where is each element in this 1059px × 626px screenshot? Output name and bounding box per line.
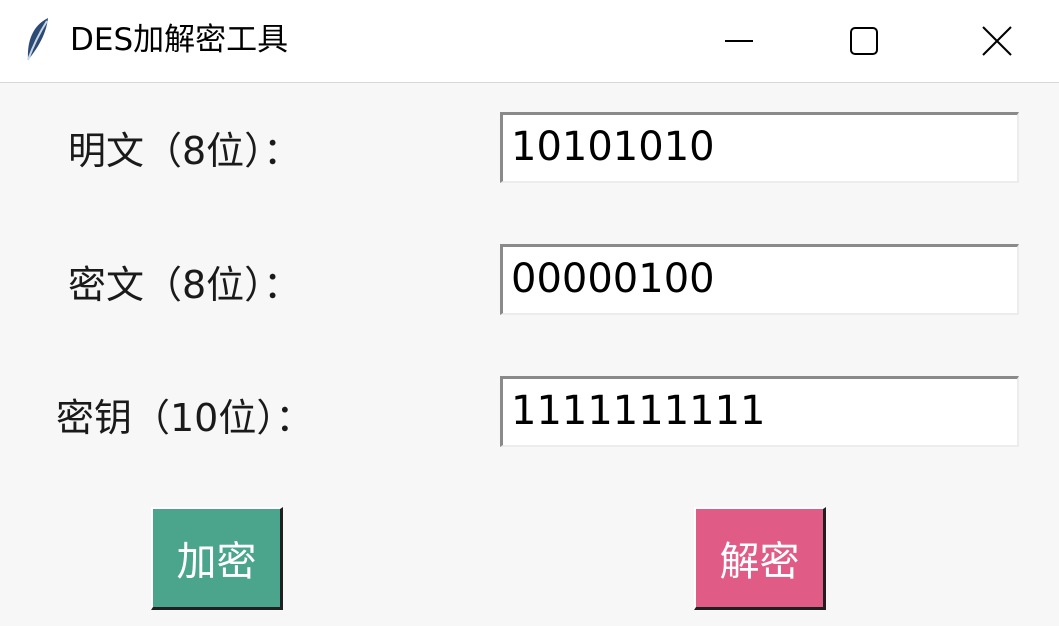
close-button[interactable] bbox=[941, 0, 1053, 82]
key-input[interactable]: 1111111111 bbox=[500, 376, 1019, 447]
plaintext-label: 明文（8位）： bbox=[68, 129, 302, 173]
encrypt-button[interactable]: 加密 bbox=[151, 507, 283, 610]
window-title: DES加解密工具 bbox=[70, 22, 289, 58]
close-icon bbox=[982, 26, 1012, 56]
ciphertext-label: 密文（8位）： bbox=[68, 263, 302, 307]
ciphertext-input[interactable]: 00000100 bbox=[500, 244, 1019, 315]
minimize-icon bbox=[725, 40, 753, 42]
maximize-button[interactable] bbox=[808, 0, 920, 82]
plaintext-input[interactable]: 10101010 bbox=[500, 112, 1019, 183]
decrypt-button[interactable]: 解密 bbox=[694, 507, 826, 610]
title-bar[interactable]: DES加解密工具 bbox=[0, 0, 1059, 83]
feather-icon bbox=[22, 16, 52, 62]
maximize-icon bbox=[850, 27, 878, 55]
minimize-button[interactable] bbox=[683, 0, 795, 82]
key-label: 密钥（10位）： bbox=[56, 396, 314, 440]
des-tool-window: DES加解密工具 明文（8位）： 10101010 密文（8位）： 000001… bbox=[0, 0, 1059, 626]
